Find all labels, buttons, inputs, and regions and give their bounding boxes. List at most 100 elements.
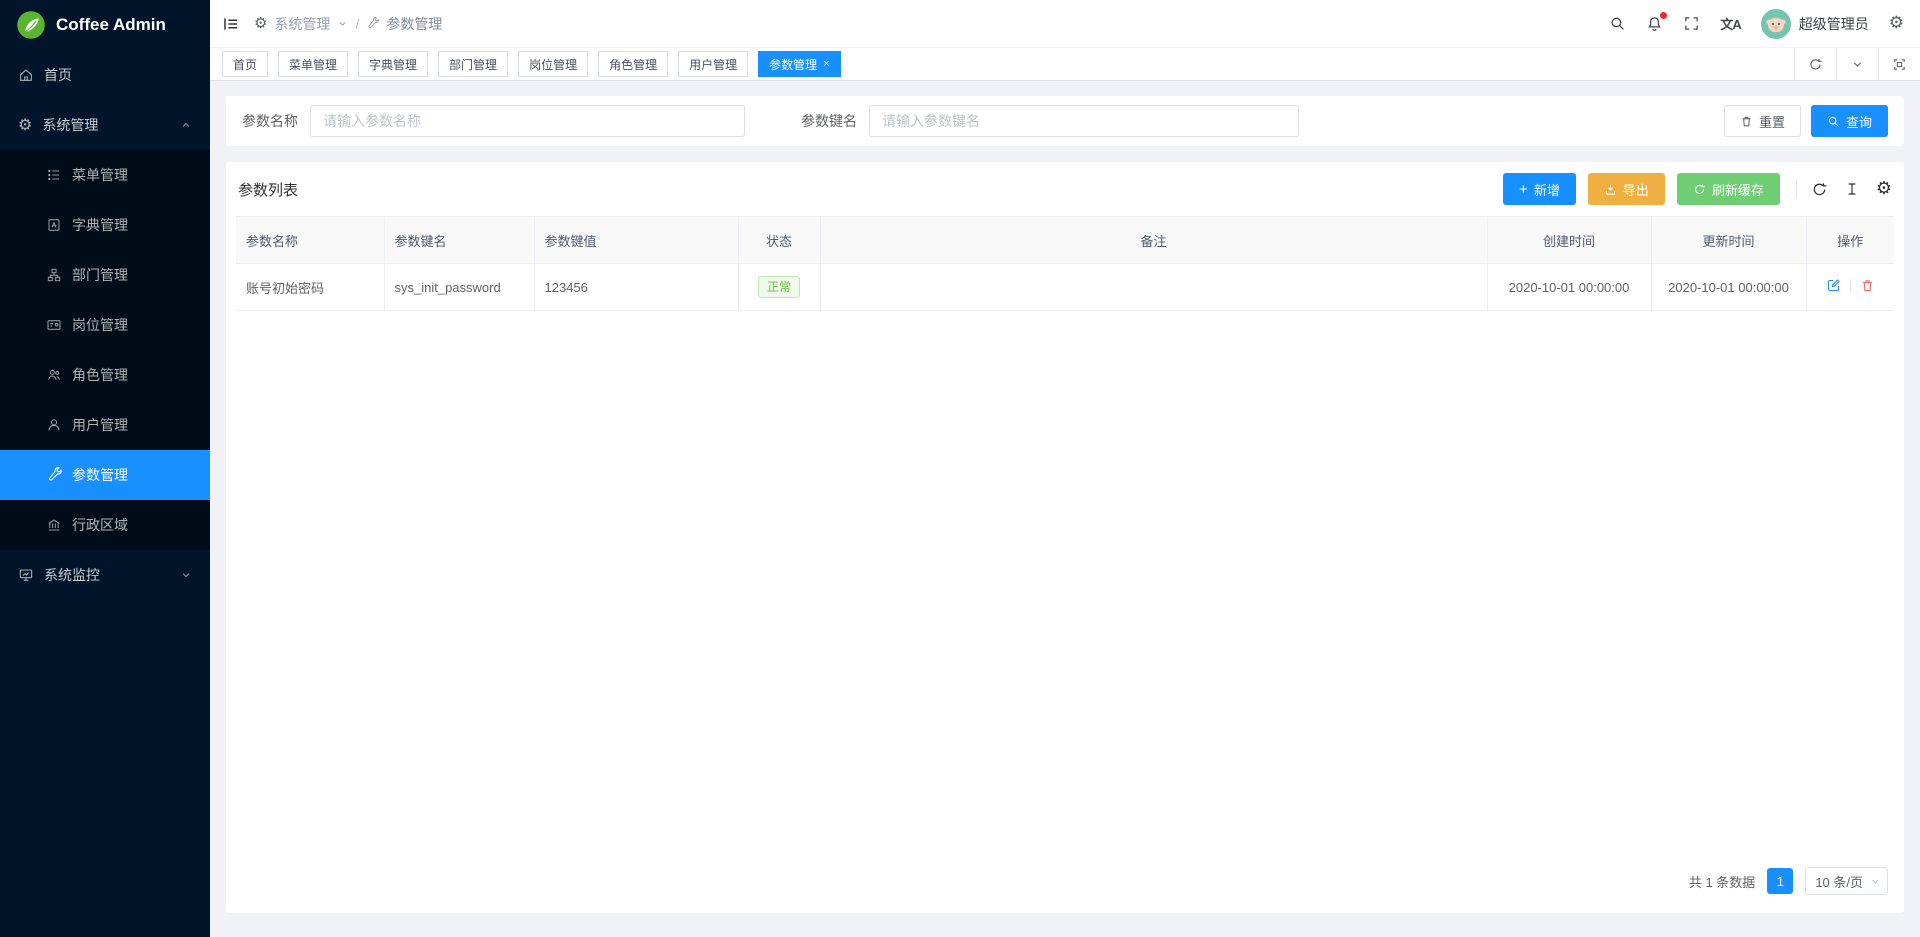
delete-icon[interactable]: [1860, 278, 1875, 293]
list-icon: [46, 167, 62, 183]
tab-param-mgmt[interactable]: 参数管理 ×: [758, 51, 840, 77]
param-list-header: 参数列表 + 新增 导出 刷新缓存: [236, 162, 1894, 216]
export-button[interactable]: 导出: [1588, 173, 1665, 205]
breadcrumb-level1[interactable]: 系统管理: [274, 14, 330, 34]
page-size-select[interactable]: 10 条/页: [1805, 867, 1888, 895]
cell-ops: [1806, 264, 1894, 311]
chevron-up-icon: [180, 119, 192, 131]
col-remark: 备注: [820, 217, 1487, 264]
table-tools: ⚙: [1796, 180, 1892, 198]
table-header-row: 参数名称 参数键名 参数键值 状态 备注 创建时间 更新时间 操作: [236, 217, 1894, 264]
cell-created: 2020-10-01 00:00:00: [1487, 264, 1651, 311]
sidebar-item-label: 岗位管理: [72, 315, 128, 335]
sidebar-item-label: 系统管理: [42, 115, 98, 135]
tab-home[interactable]: 首页: [222, 51, 268, 77]
tab-post-mgmt[interactable]: 岗位管理: [518, 51, 588, 77]
col-status: 状态: [738, 217, 820, 264]
refresh-tab-icon[interactable]: [1794, 48, 1836, 80]
param-key-input[interactable]: [869, 105, 1299, 137]
sidebar-item-label: 系统监控: [44, 565, 100, 585]
sidebar-item-label: 参数管理: [72, 465, 128, 485]
refresh-cache-button[interactable]: 刷新缓存: [1677, 173, 1780, 205]
top-navbar: ⚙ 系统管理 / 参数管理 文A: [210, 0, 1920, 48]
page-content: 参数名称 参数键名 重置 查询 参数列表: [210, 81, 1920, 937]
sidebar-item-dept-mgmt[interactable]: 部门管理: [0, 250, 210, 300]
cell-param-name: 账号初始密码: [236, 264, 384, 311]
tabs: 首页 菜单管理 字典管理 部门管理 岗位管理 角色管理 用户管理 参数管理 ×: [222, 51, 841, 77]
sidebar-fold-icon[interactable]: [222, 15, 240, 33]
page-1-button[interactable]: 1: [1767, 868, 1793, 894]
notification-bell-icon[interactable]: [1646, 15, 1663, 32]
maximize-icon[interactable]: [1878, 48, 1920, 80]
gear-icon: ⚙: [18, 117, 32, 133]
bank-icon: [46, 517, 62, 533]
org-tree-icon: [46, 267, 62, 283]
tab-menu-mgmt[interactable]: 菜单管理: [278, 51, 348, 77]
sidebar-item-param-mgmt[interactable]: 参数管理: [0, 450, 210, 500]
sidebar-item-label: 菜单管理: [72, 165, 128, 185]
sidebar-item-user-mgmt[interactable]: 用户管理: [0, 400, 210, 450]
tabs-controls: [1794, 48, 1920, 80]
sidebar-item-system[interactable]: ⚙ 系统管理: [0, 100, 210, 150]
plus-icon: +: [1519, 182, 1528, 197]
wrench-icon: [366, 17, 379, 30]
add-button[interactable]: + 新增: [1503, 173, 1576, 205]
sidebar-item-menu-mgmt[interactable]: 菜单管理: [0, 150, 210, 200]
row-density-icon[interactable]: [1844, 181, 1860, 197]
sidebar-menu: 首页 ⚙ 系统管理 菜单管理 字典管理: [0, 50, 210, 937]
sidebar: Coffee Admin 首页 ⚙ 系统管理 菜单管理: [0, 0, 210, 937]
reset-button[interactable]: 重置: [1724, 105, 1801, 137]
sidebar-item-region-mgmt[interactable]: 行政区域: [0, 500, 210, 550]
sidebar-item-monitor[interactable]: 系统监控: [0, 550, 210, 600]
sidebar-submenu-system: 菜单管理 字典管理 部门管理 岗位管理: [0, 150, 210, 550]
edit-icon[interactable]: [1826, 278, 1841, 293]
notification-badge: [1660, 12, 1667, 19]
home-icon: [18, 67, 34, 83]
col-ops: 操作: [1806, 217, 1894, 264]
tab-dict-mgmt[interactable]: 字典管理: [358, 51, 428, 77]
column-settings-gear-icon[interactable]: ⚙: [1876, 180, 1892, 198]
sidebar-item-label: 行政区域: [72, 515, 128, 535]
sidebar-item-dict-mgmt[interactable]: 字典管理: [0, 200, 210, 250]
user-icon: [46, 417, 62, 433]
gear-icon: ⚙: [254, 16, 267, 31]
pagination: 共 1 条数据 1 10 条/页: [236, 853, 1894, 913]
search-button[interactable]: 查询: [1811, 105, 1888, 137]
chevron-down-icon: [1870, 876, 1881, 887]
col-param-value: 参数键值: [534, 217, 738, 264]
param-list-card: 参数列表 + 新增 导出 刷新缓存: [226, 162, 1904, 913]
tab-role-mgmt[interactable]: 角色管理: [598, 51, 668, 77]
tab-dept-mgmt[interactable]: 部门管理: [438, 51, 508, 77]
param-name-input[interactable]: [310, 105, 745, 137]
main-area: ⚙ 系统管理 / 参数管理 文A: [210, 0, 1920, 937]
roles-icon: [46, 367, 62, 383]
tabs-dropdown-icon[interactable]: [1836, 48, 1878, 80]
tab-user-mgmt[interactable]: 用户管理: [678, 51, 748, 77]
user-menu[interactable]: 超级管理员: [1761, 9, 1869, 39]
sidebar-item-home[interactable]: 首页: [0, 50, 210, 100]
settings-gear-icon[interactable]: ⚙: [1889, 15, 1904, 32]
fullscreen-icon[interactable]: [1683, 15, 1700, 32]
tab-close-icon[interactable]: ×: [823, 59, 829, 70]
app-logo: Coffee Admin: [0, 0, 210, 50]
sidebar-item-role-mgmt[interactable]: 角色管理: [0, 350, 210, 400]
username: 超级管理员: [1799, 14, 1869, 34]
total-count: 共 1 条数据: [1689, 872, 1755, 891]
col-updated: 更新时间: [1651, 217, 1806, 264]
chevron-down-icon[interactable]: [337, 18, 348, 29]
cell-param-key: sys_init_password: [384, 264, 534, 311]
sidebar-item-label: 角色管理: [72, 365, 128, 385]
id-card-icon: [46, 317, 62, 333]
tags-view-bar: 首页 菜单管理 字典管理 部门管理 岗位管理 角色管理 用户管理 参数管理 ×: [210, 48, 1920, 81]
translate-icon[interactable]: 文A: [1720, 14, 1740, 33]
avatar: [1761, 9, 1791, 39]
cell-remark: [820, 264, 1487, 311]
sidebar-item-post-mgmt[interactable]: 岗位管理: [0, 300, 210, 350]
wrench-icon: [46, 467, 62, 483]
table-row[interactable]: 账号初始密码 sys_init_password 123456 正常 2020-…: [236, 264, 1894, 311]
search-icon[interactable]: [1609, 15, 1626, 32]
refresh-table-icon[interactable]: [1811, 181, 1828, 198]
sidebar-item-label: 用户管理: [72, 415, 128, 435]
monitor-board-icon: [18, 567, 34, 583]
leaf-logo-icon: [16, 10, 46, 40]
